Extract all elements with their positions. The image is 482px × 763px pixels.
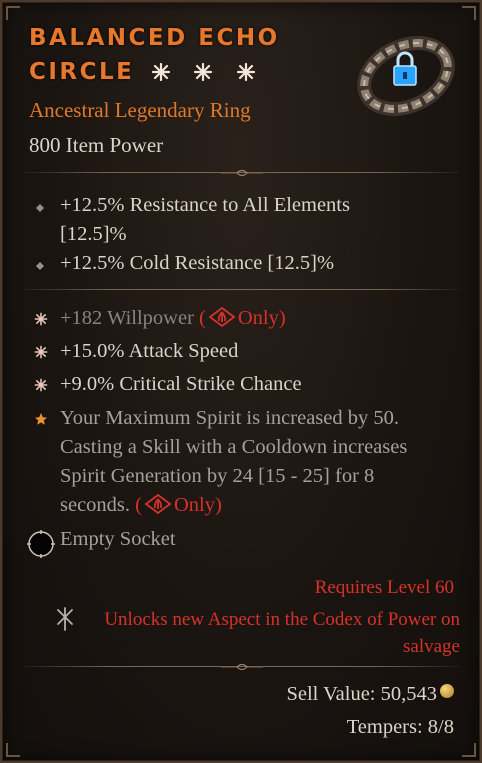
diamond-bullet-icon [36, 262, 44, 270]
frame-corner [462, 6, 476, 20]
item-tooltip: BALANCED ECHO CIRCLE Ancestral Legendary… [0, 0, 482, 763]
affix-attack-speed: +15.0% Attack Speed [60, 340, 239, 362]
greater-affix-star-icon [34, 345, 48, 359]
diamond-bullet-icon [36, 204, 44, 212]
item-power: 800 Item Power [29, 133, 164, 157]
unique-aspect-text: Your Maximum Spirit is increased by 50. … [60, 407, 408, 516]
sell-value: Sell Value: 50,543 [286, 683, 454, 706]
unique-aspect-star-icon [35, 413, 47, 425]
greater-affix-star-icon [236, 62, 256, 81]
spiritborn-class-icon [208, 307, 236, 327]
item-type: Ancestral Legendary Ring [29, 98, 251, 122]
frame-corner [6, 743, 20, 757]
implicit-cold-resist: +12.5% Cold Resistance [12.5]% [60, 252, 335, 274]
ring-item-icon[interactable] [354, 30, 458, 120]
section-divider [24, 662, 460, 672]
greater-affix-stars [151, 55, 268, 88]
greater-affix-star-icon [151, 62, 171, 81]
implicit-resist-all: +12.5% Resistance to All Elements [12.5]… [60, 194, 350, 245]
tempers-count: Tempers: 8/8 [346, 716, 454, 738]
section-divider [24, 168, 460, 178]
greater-affix-star-icon [34, 378, 48, 392]
affix-crit-chance: +9.0% Critical Strike Chance [60, 373, 302, 395]
frame-corner [6, 6, 20, 20]
empty-socket-label: Empty Socket [60, 528, 176, 550]
gold-coin-icon [440, 684, 454, 698]
spiritborn-class-icon [144, 494, 172, 514]
codex-unlock-text: Unlocks new Aspect in the Codex of Power… [104, 609, 460, 657]
lock-icon [393, 51, 417, 86]
greater-affix-star-icon [34, 312, 48, 326]
frame-corner [462, 743, 476, 757]
level-requirement: Requires Level 60 [314, 577, 454, 598]
item-name: BALANCED ECHO CIRCLE [29, 22, 349, 89]
empty-socket-icon[interactable] [26, 529, 56, 559]
section-divider [24, 285, 460, 295]
affix-willpower: +182 Willpower (Only) [60, 307, 286, 329]
greater-affix-star-icon [194, 62, 213, 81]
